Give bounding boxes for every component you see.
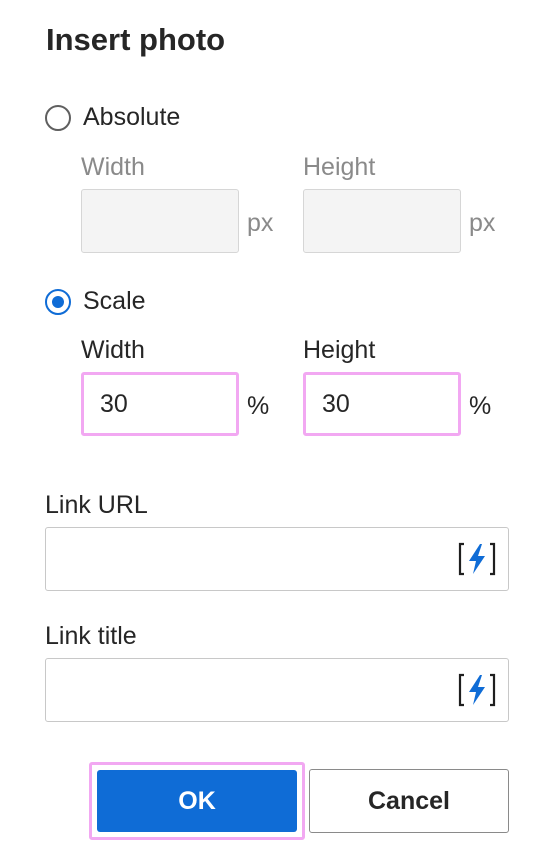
dialog-title: Insert photo — [46, 22, 226, 57]
scale-width-input[interactable] — [81, 372, 239, 436]
absolute-radio-button[interactable] — [45, 104, 71, 131]
scale-radio-button[interactable] — [45, 288, 71, 315]
scale-height-unit: % — [469, 392, 492, 420]
absolute-radio-option[interactable]: Absolute — [45, 103, 180, 132]
link-title-input[interactable] — [46, 659, 446, 721]
link-title-field[interactable] — [45, 658, 509, 722]
scale-height-label: Height — [303, 336, 376, 364]
absolute-width-label: Width — [81, 153, 145, 181]
ok-button[interactable]: OK — [97, 770, 297, 832]
link-url-label: Link URL — [45, 491, 148, 519]
link-title-label: Link title — [45, 622, 137, 650]
cancel-button[interactable]: Cancel — [309, 769, 509, 833]
absolute-height-unit: px — [469, 209, 496, 237]
lightning-bolt-icon[interactable] — [458, 673, 496, 707]
link-url-field[interactable] — [45, 527, 509, 591]
absolute-width-input[interactable] — [81, 189, 239, 253]
scale-height-input[interactable] — [303, 372, 461, 436]
lightning-bolt-icon[interactable] — [458, 542, 496, 576]
ok-button-focus-ring: OK — [89, 762, 305, 840]
scale-width-label: Width — [81, 336, 145, 364]
absolute-radio-label: Absolute — [83, 103, 181, 131]
absolute-width-unit: px — [247, 209, 274, 237]
link-url-input[interactable] — [46, 528, 446, 590]
absolute-height-input[interactable] — [303, 189, 461, 253]
scale-radio-option[interactable]: Scale — [45, 287, 146, 316]
scale-radio-label: Scale — [83, 287, 146, 315]
scale-width-unit: % — [247, 392, 270, 420]
absolute-height-label: Height — [303, 153, 376, 181]
